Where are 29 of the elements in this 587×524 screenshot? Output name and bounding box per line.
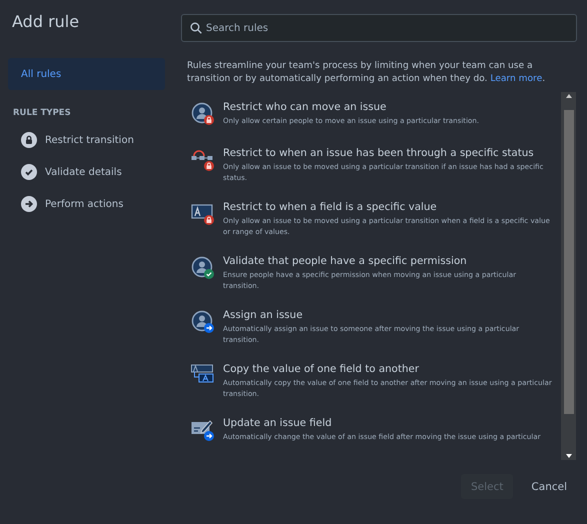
- scrollbar[interactable]: [561, 92, 576, 460]
- intro-text: Rules streamline your team's process by limiting when your team can use a transition or by automatically performing an action when they do. Learn more.: [187, 60, 546, 86]
- sidebar-item[interactable]: All rules: [8, 58, 165, 90]
- rule-title: Validate that people have a specific permission: [223, 254, 468, 268]
- rule-title: Restrict who can move an issue: [223, 100, 388, 114]
- learn-more-link[interactable]: Learn more: [490, 74, 542, 84]
- cancel-button[interactable]: Cancel: [521, 474, 577, 499]
- check-icon: [21, 164, 37, 180]
- field-edit-icon: [191, 418, 214, 441]
- rule-title: Restrict to when a field is a specific value: [223, 200, 438, 214]
- search-field[interactable]: Search rules: [181, 14, 577, 42]
- person-check-icon: [191, 256, 214, 279]
- lock-icon: [21, 132, 37, 148]
- rule-title: Copy the value of one field to another: [223, 362, 420, 376]
- sidebar-item[interactable]: Validate details: [8, 156, 165, 188]
- scroll-down-icon: [564, 452, 572, 460]
- rule-title: Assign an issue: [223, 308, 304, 322]
- status-flow-lock-icon: [191, 148, 214, 171]
- person-lock-icon: [191, 102, 214, 125]
- dialog-title: Add rule: [12, 12, 80, 33]
- sidebar-item[interactable]: Restrict transition: [8, 124, 165, 156]
- field-lock-icon: [191, 202, 214, 225]
- rule-title: Restrict to when an issue has been through a specific status: [223, 146, 535, 160]
- rule-title: Update an issue field: [223, 416, 333, 430]
- sidebar-item[interactable]: Perform actions: [8, 188, 165, 220]
- scrollbar-thumb[interactable]: [564, 110, 574, 414]
- section-heading: RULE TYPES: [13, 108, 72, 118]
- search-icon: [190, 22, 202, 34]
- scroll-up-icon: [564, 92, 572, 100]
